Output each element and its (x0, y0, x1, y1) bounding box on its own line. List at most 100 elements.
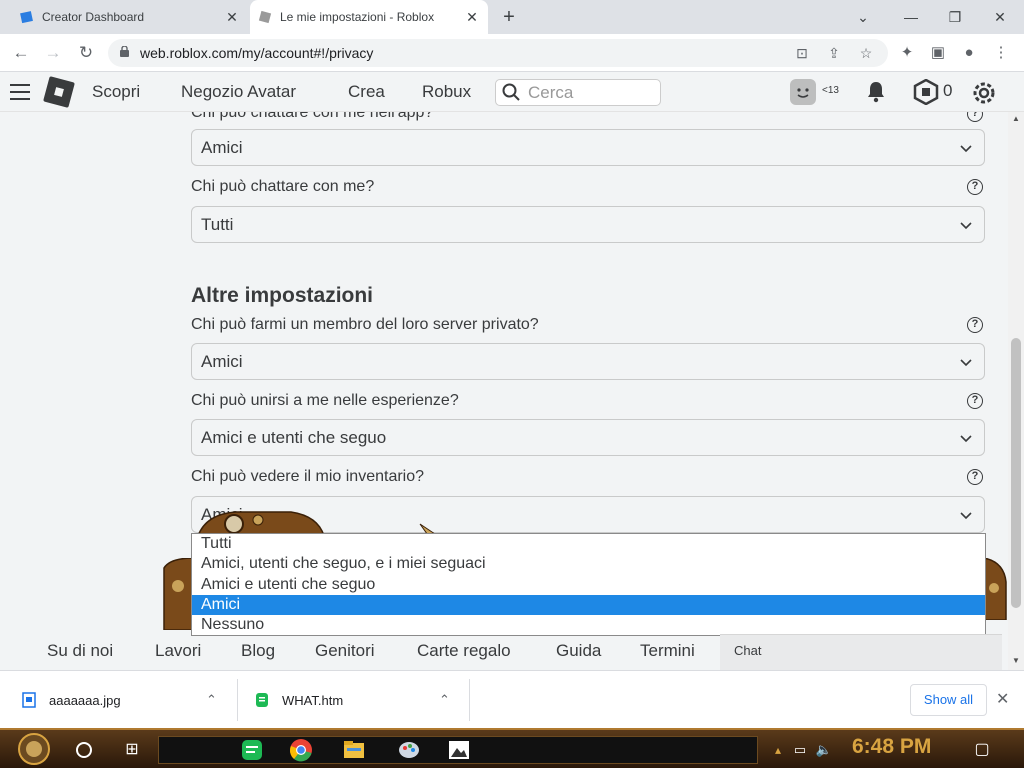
file-explorer-icon[interactable] (342, 738, 366, 762)
close-icon[interactable]: ✕ (996, 689, 1009, 709)
age-badge: <13 (822, 85, 839, 96)
dropdown-tabs-icon[interactable]: ⌄ (848, 5, 878, 29)
chevron-up-icon[interactable]: ⌃ (206, 692, 217, 708)
start-button-icon[interactable] (16, 732, 52, 766)
roblox-logo-icon[interactable] (43, 76, 75, 108)
help-icon[interactable]: ? (967, 112, 983, 122)
option-no-one[interactable]: Nessuno (192, 615, 985, 635)
task-view-icon[interactable]: ⊞ (120, 738, 144, 762)
chat-select[interactable]: Tutti (191, 206, 985, 243)
volume-muted-icon[interactable]: 🔈 (812, 738, 836, 762)
gear-icon[interactable] (970, 79, 998, 107)
reload-button[interactable]: ↻ (75, 42, 97, 64)
forward-button[interactable]: → (42, 42, 64, 64)
extensions-icon[interactable]: ✦ (896, 42, 918, 64)
notification-bell-icon[interactable] (864, 80, 888, 104)
clock[interactable]: 6:48 PM (852, 735, 931, 759)
private-server-select[interactable]: Amici (191, 343, 985, 380)
avatar[interactable] (790, 79, 816, 105)
footer-about[interactable]: Su di noi (47, 641, 113, 661)
chat-bar[interactable]: Chat (720, 634, 1002, 670)
search-input[interactable]: Cerca (495, 79, 661, 106)
option-everyone[interactable]: Tutti (192, 534, 985, 554)
help-icon[interactable]: ? (967, 317, 983, 333)
chat-label: Chat (734, 643, 762, 658)
inventory-label: Chi può vedere il mio inventario? (191, 468, 425, 485)
search-circle-icon[interactable] (72, 738, 96, 762)
notes-app-icon[interactable] (240, 738, 264, 762)
footer-jobs[interactable]: Lavori (155, 641, 201, 661)
notification-center-icon[interactable]: ▢ (970, 738, 994, 762)
share-icon[interactable]: ⇪ (824, 43, 844, 63)
privacy-settings-panel: Chi può chattare con me nell'app? ? Amic… (0, 112, 1008, 670)
select-value: Amici (201, 352, 243, 371)
address-bar-row: ← → ↻ web.roblox.com/my/account#!/privac… (0, 34, 1024, 72)
tab-settings[interactable]: Le mie impostazioni - Roblox ✕ (250, 0, 488, 34)
chevron-down-icon (960, 435, 972, 443)
footer-parents[interactable]: Genitori (315, 641, 375, 661)
private-server-label: Chi può farmi un membro del loro server … (191, 316, 539, 333)
page-scrollbar[interactable]: ▲ ▼ (1008, 112, 1024, 670)
robux-count: 0 (943, 81, 953, 100)
html-file-icon (256, 693, 268, 707)
roblox-icon (258, 10, 272, 24)
chat-label: Chi può chattare con me? (191, 178, 375, 195)
translate-icon[interactable]: ⊡ (792, 43, 812, 63)
option-friends-following-followers[interactable]: Amici, utenti che seguo, e i miei seguac… (192, 554, 985, 574)
help-icon[interactable]: ? (967, 179, 983, 195)
show-all-button[interactable]: Show all (910, 684, 987, 716)
close-tab-icon[interactable]: ✕ (224, 9, 240, 25)
download-item[interactable]: WHAT.htm ⌃ (255, 679, 463, 721)
lock-icon (120, 46, 129, 57)
nav-avatar-shop[interactable]: Negozio Avatar (181, 82, 296, 102)
chat-app-label: Chi può chattare con me nell'app? (191, 112, 434, 121)
hamburger-menu-icon[interactable] (10, 84, 30, 100)
join-select[interactable]: Amici e utenti che seguo (191, 419, 985, 456)
other-settings-heading: Altre impostazioni (191, 284, 374, 307)
chrome-icon[interactable] (289, 738, 313, 762)
restore-button[interactable]: ❐ (940, 5, 970, 29)
roblox-studio-icon (20, 10, 34, 24)
footer-blog[interactable]: Blog (241, 641, 275, 661)
url-text: web.roblox.com/my/account#!/privacy (140, 45, 374, 61)
divider (469, 679, 470, 721)
robux-icon[interactable] (913, 79, 939, 105)
nav-robux[interactable]: Robux (422, 82, 471, 102)
close-tab-icon[interactable]: ✕ (464, 9, 480, 25)
show-hidden-icons[interactable]: ▴ (766, 738, 790, 762)
new-tab-button[interactable]: + (498, 6, 520, 28)
scroll-down-icon[interactable]: ▼ (1012, 656, 1020, 665)
scrollbar-thumb[interactable] (1011, 338, 1021, 608)
chevron-up-icon[interactable]: ⌃ (439, 692, 450, 708)
help-icon[interactable]: ? (967, 393, 983, 409)
side-panel-icon[interactable]: ▣ (927, 42, 949, 64)
network-icon[interactable]: ▭ (788, 738, 812, 762)
back-button[interactable]: ← (10, 42, 32, 64)
photos-icon[interactable] (447, 738, 471, 762)
nav-create[interactable]: Crea (348, 82, 385, 102)
download-item[interactable]: aaaaaaa.jpg ⌃ (22, 679, 230, 721)
menu-kebab-icon[interactable]: ⋮ (990, 42, 1012, 64)
option-friends-following[interactable]: Amici e utenti che seguo (192, 575, 985, 595)
chat-app-select[interactable]: Amici (191, 129, 985, 166)
help-icon[interactable]: ? (967, 469, 983, 485)
profile-icon[interactable]: ● (958, 42, 980, 64)
minimize-button[interactable]: — (896, 5, 926, 29)
footer-gift-cards[interactable]: Carte regalo (417, 641, 511, 661)
bookmark-star-icon[interactable]: ☆ (856, 43, 876, 63)
tab-creator-dashboard[interactable]: Creator Dashboard ✕ (12, 0, 248, 34)
roblox-header: Scopri Negozio Avatar Crea Robux Cerca <… (0, 72, 1024, 112)
chevron-down-icon (960, 145, 972, 153)
paint-icon[interactable] (397, 738, 421, 762)
option-friends[interactable]: Amici (192, 594, 985, 616)
scroll-up-icon[interactable]: ▲ (1012, 114, 1020, 123)
footer-terms[interactable]: Termini (640, 641, 695, 661)
image-file-icon (22, 692, 36, 708)
close-window-button[interactable]: ✕ (985, 5, 1015, 29)
omnibox[interactable]: web.roblox.com/my/account#!/privacy ⊡ ⇪ … (108, 39, 888, 67)
nav-discover[interactable]: Scopri (92, 82, 140, 102)
footer-help[interactable]: Guida (556, 641, 601, 661)
download-filename: WHAT.htm (282, 692, 344, 708)
search-icon (502, 83, 520, 101)
tab-title: Creator Dashboard (42, 10, 145, 24)
